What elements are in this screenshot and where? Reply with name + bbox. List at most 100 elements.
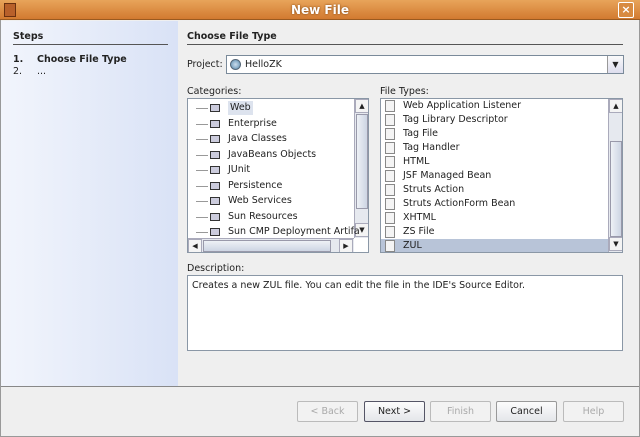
file-type-label: Web Application Listener	[403, 100, 522, 111]
back-button[interactable]: < Back	[297, 401, 358, 422]
file-type-label: XHTML	[403, 212, 436, 223]
cancel-button[interactable]: Cancel	[496, 401, 557, 422]
category-label: Sun Resources	[228, 210, 298, 222]
category-label: Enterprise	[228, 117, 277, 129]
file-icon	[385, 184, 395, 196]
file-type-item[interactable]: Struts Action	[381, 183, 608, 197]
categories-label: Categories:	[187, 86, 242, 97]
file-type-label: JSF Managed Bean	[403, 170, 492, 181]
step-number: 1.	[13, 54, 24, 65]
page-title: Choose File Type	[187, 31, 623, 45]
file-types-label: File Types:	[380, 86, 429, 97]
category-label: Web	[228, 101, 253, 115]
category-label: Persistence	[228, 179, 283, 191]
category-item[interactable]: Sun CMP Deployment Artifa	[188, 225, 360, 239]
file-type-label: Tag Library Descriptor	[403, 114, 508, 125]
category-item[interactable]: Web Services	[188, 194, 354, 208]
file-icon	[385, 240, 395, 252]
folder-icon	[210, 135, 220, 143]
finish-button[interactable]: Finish	[430, 401, 491, 422]
title-bar: New File ×	[0, 0, 640, 20]
step-number: 2.	[13, 66, 23, 77]
close-button[interactable]: ×	[618, 2, 634, 18]
step-1: 1. Choose File Type	[13, 54, 127, 65]
file-icon	[385, 156, 395, 168]
file-type-item[interactable]: Web Application Listener	[381, 99, 608, 113]
file-type-item[interactable]: XHTML	[381, 211, 608, 225]
file-type-item[interactable]: ZUL	[381, 239, 608, 252]
project-icon	[230, 59, 241, 70]
categories-vscrollbar[interactable]: ▲ ▼	[354, 99, 368, 238]
description-box: Creates a new ZUL file. You can edit the…	[187, 275, 623, 351]
scroll-up-button[interactable]: ▲	[609, 99, 622, 113]
file-type-item[interactable]: Struts ActionForm Bean	[381, 197, 608, 211]
file-types-list[interactable]: ▲ ▼ Web Application Listener Tag Library …	[380, 98, 623, 253]
help-button[interactable]: Help	[563, 401, 624, 422]
scroll-left-button[interactable]: ◀	[188, 239, 202, 252]
steps-panel: Steps 1. Choose File Type 2....	[1, 21, 178, 387]
file-type-item[interactable]: Tag File	[381, 127, 608, 141]
tree-line	[196, 232, 208, 233]
category-label: Java Classes	[228, 133, 287, 144]
step-label: Choose File Type	[37, 54, 127, 65]
folder-icon	[210, 228, 220, 236]
file-icon	[385, 128, 395, 140]
categories-tree[interactable]: ▲ ▼ ◀ ▶ Web Enterprise Java Classes JavaBea…	[187, 98, 369, 253]
file-type-label: ZS File	[403, 226, 435, 237]
category-item[interactable]: Sun Resources	[188, 210, 354, 224]
category-label: JUnit	[228, 164, 251, 175]
category-item[interactable]: Java Classes	[188, 132, 354, 146]
file-icon	[385, 114, 395, 126]
file-type-label: Struts ActionForm Bean	[403, 198, 516, 209]
category-label: Sun CMP Deployment Artifa	[228, 226, 360, 237]
file-type-label: Tag Handler	[403, 142, 460, 153]
project-label: Project:	[187, 59, 223, 70]
category-item[interactable]: Persistence	[188, 179, 354, 193]
category-item[interactable]: JUnit	[188, 163, 354, 177]
folder-icon	[210, 150, 220, 159]
category-item[interactable]: Web	[188, 101, 354, 115]
file-type-label: Tag File	[403, 128, 438, 139]
tree-line	[196, 139, 208, 140]
file-type-item[interactable]: Tag Library Descriptor	[381, 113, 608, 127]
tree-line	[196, 201, 208, 202]
file-icon	[385, 226, 395, 238]
file-type-item[interactable]: JSF Managed Bean	[381, 169, 608, 183]
tree-line	[196, 154, 208, 156]
description-label: Description:	[187, 263, 245, 274]
categories-hscrollbar[interactable]: ◀ ▶	[188, 238, 354, 252]
tree-line	[196, 170, 208, 171]
tree-line	[196, 216, 208, 218]
project-select[interactable]: HelloZK ▼	[226, 55, 624, 74]
chevron-down-icon[interactable]: ▼	[607, 56, 623, 73]
folder-icon	[210, 119, 220, 128]
category-item[interactable]: JavaBeans Objects	[188, 148, 354, 162]
folder-icon	[210, 197, 220, 205]
scroll-thumb[interactable]	[610, 141, 622, 237]
scroll-down-button[interactable]: ▼	[609, 237, 622, 251]
category-item[interactable]: Enterprise	[188, 117, 354, 131]
project-value: HelloZK	[245, 59, 282, 70]
folder-icon	[210, 104, 220, 112]
tree-line	[196, 123, 208, 125]
scroll-right-button[interactable]: ▶	[339, 239, 353, 252]
file-type-item[interactable]: ZS File	[381, 225, 608, 239]
file-type-item[interactable]: HTML	[381, 155, 608, 169]
file-icon	[385, 212, 395, 224]
next-button[interactable]: Next >	[364, 401, 425, 422]
file-icon	[385, 170, 395, 182]
tree-line	[196, 108, 208, 109]
file-type-label: HTML	[403, 156, 430, 167]
file-types-vscrollbar[interactable]: ▲ ▼	[608, 99, 622, 252]
folder-icon	[210, 181, 220, 190]
file-icon	[385, 100, 395, 112]
file-type-label: Struts Action	[403, 184, 465, 195]
file-type-item[interactable]: Tag Handler	[381, 141, 608, 155]
file-type-label: ZUL	[403, 240, 422, 251]
scroll-up-button[interactable]: ▲	[355, 99, 368, 113]
category-label: Web Services	[228, 195, 292, 206]
divider	[1, 386, 639, 387]
scroll-thumb[interactable]	[203, 240, 331, 252]
scroll-thumb[interactable]	[356, 114, 368, 209]
steps-heading: Steps	[13, 31, 168, 45]
